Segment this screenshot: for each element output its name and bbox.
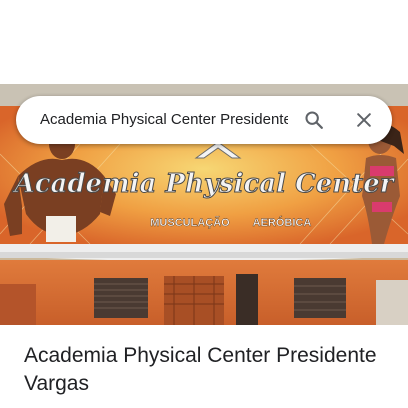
- search-bar[interactable]: Academia Physical Center Presidente Varg…: [16, 96, 392, 144]
- sign-title-text: Academia Physical Center: [12, 169, 396, 199]
- close-button[interactable]: [348, 104, 380, 136]
- left-door: [0, 284, 36, 325]
- place-info-panel: Academia Physical Center Presidente Varg…: [0, 325, 408, 408]
- sign-service-2: AERÓBICA: [253, 216, 312, 229]
- sign-service-1: MUSCULAÇÃO: [150, 216, 230, 229]
- maps-place-view: Academia Physical Center MUSCULAÇÃO AERÓ…: [0, 0, 408, 408]
- doorway: [236, 274, 258, 325]
- search-icon: [305, 111, 323, 129]
- close-icon: [357, 113, 371, 127]
- place-title: Academia Physical Center Presidente Varg…: [24, 344, 377, 395]
- right-panel: [376, 280, 408, 325]
- window-right: [294, 278, 346, 318]
- top-blank-area: [0, 0, 408, 84]
- search-button[interactable]: [298, 104, 330, 136]
- search-input[interactable]: Academia Physical Center Presidente Varg…: [40, 96, 288, 144]
